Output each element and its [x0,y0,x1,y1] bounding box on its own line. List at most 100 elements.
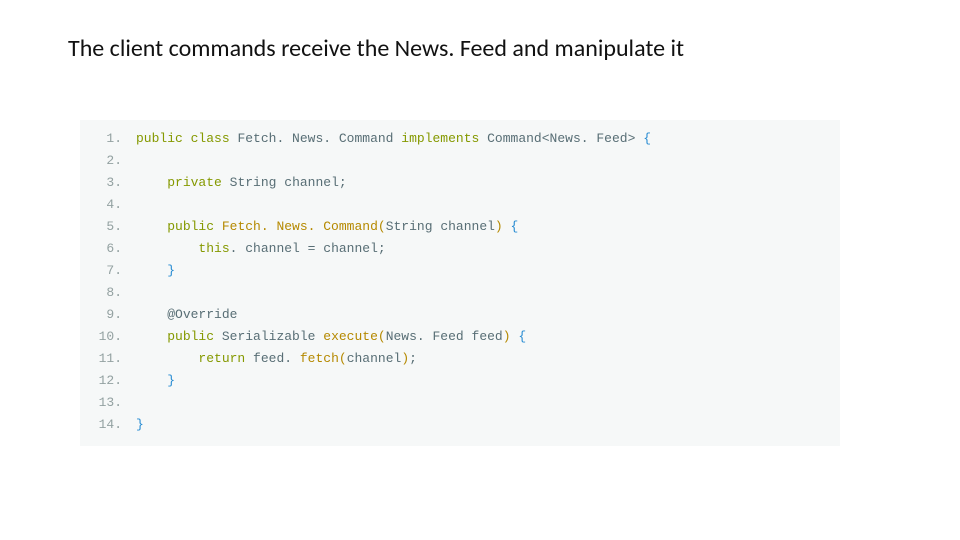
code-token: fetch [300,351,339,366]
code-token [214,329,222,344]
code-source [130,282,840,304]
code-token: Fetch. News. Command [222,219,378,234]
line-number: 12. [80,370,130,392]
code-token: Command [487,131,542,146]
code-token: public [167,219,214,234]
code-token [136,175,167,190]
code-token: channel [245,241,300,256]
line-number: 11. [80,348,130,370]
code-source: public Fetch. News. Command(String chann… [130,216,840,238]
code-source: } [130,370,840,392]
code-line: 7. } [80,260,840,282]
line-number: 3. [80,172,130,194]
code-token: { [511,219,519,234]
code-token: News. Feed [386,329,464,344]
line-number: 1. [80,128,130,150]
code-line: 5. public Fetch. News. Command(String ch… [80,216,840,238]
code-token [214,219,222,234]
line-number: 2. [80,150,130,172]
code-token: { [518,329,526,344]
code-source [130,150,840,172]
code-token: } [167,263,175,278]
code-token [464,329,472,344]
code-token: this [198,241,229,256]
code-line: 3. private String channel; [80,172,840,194]
code-token: ( [378,329,386,344]
code-token: channel [284,175,339,190]
code-token [183,131,191,146]
code-token: ) [401,351,409,366]
code-token: @Override [167,307,237,322]
code-source: return feed. fetch(channel); [130,348,840,370]
slide: The client commands receive the News. Fe… [0,0,960,540]
code-token: News. Feed [550,131,628,146]
code-token: return [198,351,245,366]
code-token: execute [323,329,378,344]
code-token: implements [401,131,479,146]
line-number: 10. [80,326,130,348]
code-token: feed [472,329,503,344]
code-token: . [284,351,300,366]
code-source [130,194,840,216]
code-token: ; [339,175,347,190]
code-token: channel [347,351,402,366]
code-token [503,219,511,234]
slide-heading: The client commands receive the News. Fe… [68,36,684,62]
code-source: } [130,414,840,436]
code-token [136,219,167,234]
line-number: 9. [80,304,130,326]
code-line: 9. @Override [80,304,840,326]
line-number: 13. [80,392,130,414]
code-line: 6. this. channel = channel; [80,238,840,260]
code-token: channel [440,219,495,234]
line-number: 6. [80,238,130,260]
code-token [245,351,253,366]
code-token: feed [253,351,284,366]
code-token [136,263,167,278]
code-token: < [542,131,550,146]
code-token: Serializable [222,329,316,344]
code-token: ; [378,241,386,256]
code-token: = [300,241,323,256]
code-line: 13. [80,392,840,414]
code-token: public [167,329,214,344]
code-token: { [643,131,651,146]
code-token [222,175,230,190]
line-number: 7. [80,260,130,282]
code-line: 14.} [80,414,840,436]
code-line: 2. [80,150,840,172]
code-source: @Override [130,304,840,326]
code-token: ; [409,351,417,366]
code-line: 12. } [80,370,840,392]
code-token: } [136,417,144,432]
code-token: ( [339,351,347,366]
line-number: 4. [80,194,130,216]
code-token [136,329,167,344]
code-source: public Serializable execute(News. Feed f… [130,326,840,348]
code-source: this. channel = channel; [130,238,840,260]
code-token: ) [503,329,511,344]
code-token [136,307,167,322]
code-token: . [230,241,246,256]
code-line: 10. public Serializable execute(News. Fe… [80,326,840,348]
code-token: Fetch. News. Command [237,131,393,146]
code-token: public [136,131,183,146]
code-token [136,351,198,366]
code-token: class [191,131,230,146]
code-token: String [386,219,433,234]
line-number: 14. [80,414,130,436]
code-token [479,131,487,146]
code-token [136,241,198,256]
code-line: 11. return feed. fetch(channel); [80,348,840,370]
code-token: private [167,175,222,190]
code-source [130,392,840,414]
code-source: private String channel; [130,172,840,194]
code-source: public class Fetch. News. Command implem… [130,128,840,150]
code-token: String [230,175,277,190]
code-line: 8. [80,282,840,304]
code-token [136,373,167,388]
code-token: ( [378,219,386,234]
line-number: 5. [80,216,130,238]
line-number: 8. [80,282,130,304]
code-block: 1.public class Fetch. News. Command impl… [80,120,840,446]
